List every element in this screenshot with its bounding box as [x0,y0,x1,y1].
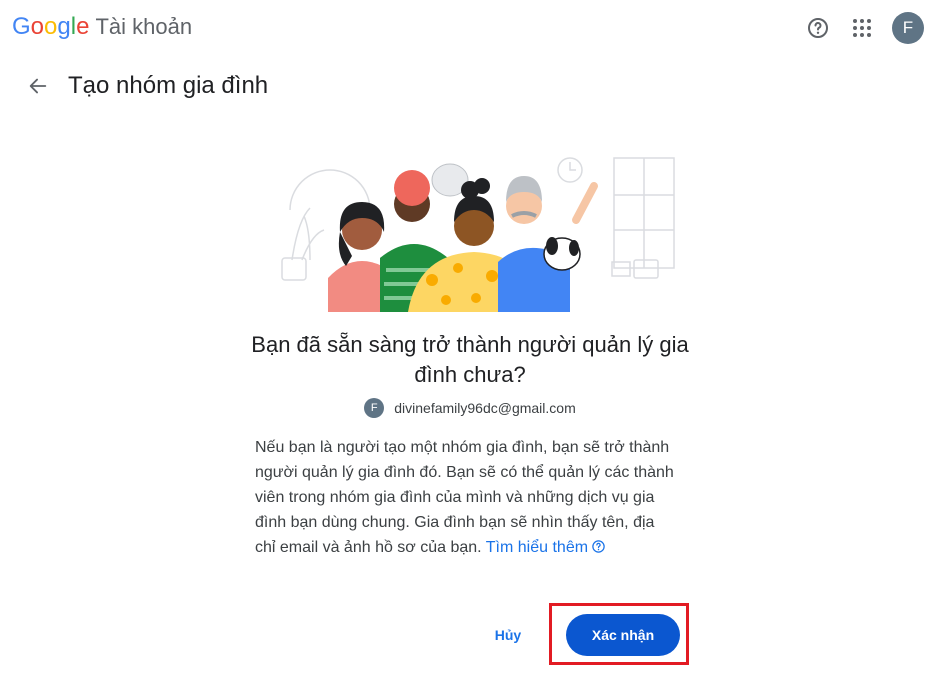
account-chip: F divinefamily96dc@gmail.com [240,398,700,418]
family-illustration [281,157,675,312]
help-button[interactable] [802,12,834,44]
google-wordmark: Google [12,13,90,40]
description-text: Nếu bạn là người tạo một nhóm gia đình, … [255,435,675,560]
learn-more-label[interactable]: Tìm hiểu thêm [486,539,588,556]
account-chip-avatar: F [364,398,385,418]
apps-button[interactable] [846,12,878,44]
account-avatar[interactable]: F [892,12,924,44]
google-account-logo[interactable]: Google Tài khoản [12,12,192,42]
arrow-left-icon [29,78,47,94]
back-button[interactable] [24,72,52,100]
learn-more-link[interactable]: Tìm hiểu thêm [486,539,606,556]
help-circle-small-icon [592,540,605,553]
cancel-button[interactable]: Hủy [480,617,536,653]
top-bar: Google Tài khoản F [0,0,940,56]
confirmation-heading: Bạn đã sẵn sàng trở thành người quản lý … [251,332,689,387]
product-name: Tài khoản [95,14,193,39]
page-title: Tạo nhóm gia đình [68,72,269,99]
account-email: divinefamily96dc@gmail.com [394,400,576,416]
description-body: Nếu bạn là người tạo một nhóm gia đình, … [255,439,674,556]
apps-grid-icon [853,19,871,37]
confirm-button[interactable]: Xác nhận [566,614,680,656]
help-circle-icon [808,18,828,38]
